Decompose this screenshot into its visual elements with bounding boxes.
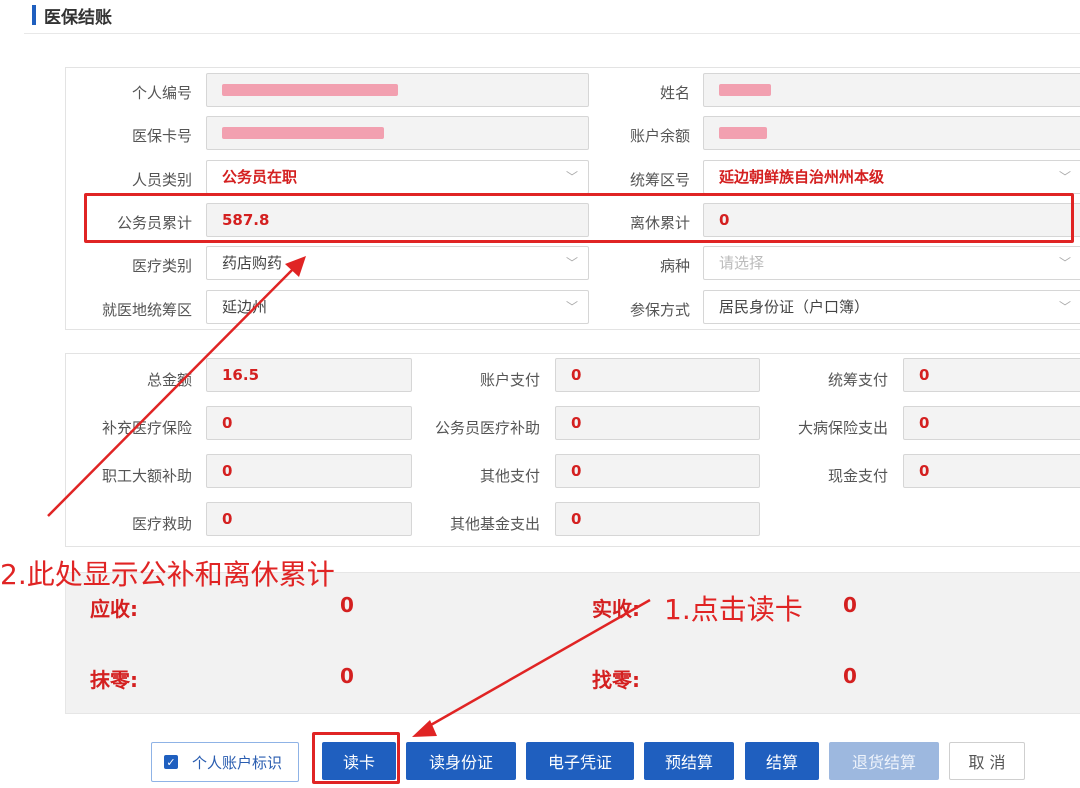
civil-aid-label: 公务员医疗补助 [434,419,540,437]
insured-select[interactable]: 居民身份证（户口簿） ﹀ [703,290,1080,324]
change-value: 0 [843,664,857,688]
visit-region-select[interactable]: 延边州 ﹀ [206,290,589,324]
redacted-value [719,84,771,96]
checkmark-icon: ✓ [164,755,178,769]
header-divider [24,33,1080,34]
chevron-down-icon: ﹀ [1058,256,1071,270]
critical-ins-value: 0 [919,414,930,432]
critical-ins-field[interactable]: 0 [903,406,1080,440]
other-fund-label: 其他基金支出 [449,515,540,533]
cancel-button[interactable]: 取 消 [949,742,1025,780]
chevron-down-icon: ﹀ [565,300,578,314]
change-label: 找零: [592,668,640,692]
insured-label: 参保方式 [629,301,690,319]
supp-insurance-value: 0 [222,414,233,432]
critical-ins-label: 大病保险支出 [797,419,888,437]
chevron-down-icon: ﹀ [565,170,578,184]
medtype-label: 医疗类别 [131,257,192,275]
medtype-value: 药店购药 [222,254,283,272]
personal-id-field[interactable] [206,73,589,107]
redacted-value [719,127,767,139]
summary-panel [65,572,1080,714]
received-value: 0 [843,593,857,617]
card-number-label: 医保卡号 [131,127,192,145]
category-label: 人员类别 [131,171,192,189]
highlight-box-totals [84,193,1074,243]
category-value: 公务员在职 [222,168,298,186]
pool-pay-field[interactable]: 0 [903,358,1080,392]
annotation-read-card: 1.点击读卡 [664,593,803,626]
settle-button[interactable]: 结算 [745,742,819,780]
supp-insurance-label: 补充医疗保险 [101,419,192,437]
receivable-label: 应收: [90,597,138,621]
civil-aid-field[interactable]: 0 [555,406,760,440]
rounding-label: 抹零: [90,668,138,692]
medtype-select[interactable]: 药店购药 ﹀ [206,246,589,280]
rounding-value: 0 [340,664,354,688]
supp-insurance-field[interactable]: 0 [206,406,412,440]
large-aid-field[interactable]: 0 [206,454,412,488]
total-amount-label: 总金额 [146,371,192,389]
chevron-down-icon: ﹀ [1058,170,1071,184]
visit-region-label: 就医地统筹区 [101,301,192,319]
pre-settle-button[interactable]: 预结算 [644,742,734,780]
disease-placeholder: 请选择 [719,254,765,272]
refund-settle-button[interactable]: 退货结算 [829,742,939,780]
account-pay-value: 0 [571,366,582,384]
other-pay-field[interactable]: 0 [555,454,760,488]
chevron-down-icon: ﹀ [565,256,578,270]
relief-label: 医疗救助 [131,515,192,533]
account-pay-field[interactable]: 0 [555,358,760,392]
balance-field[interactable] [703,116,1080,150]
arrowhead-read-card [412,720,437,737]
total-amount-value: 16.5 [222,366,260,384]
personal-account-label: 个人账户标识 [192,753,283,772]
region-label: 统筹区号 [629,171,690,189]
pool-pay-value: 0 [919,366,930,384]
relief-value: 0 [222,510,233,528]
pool-pay-label: 统筹支付 [827,371,888,389]
other-fund-value: 0 [571,510,582,528]
large-aid-value: 0 [222,462,233,480]
disease-select[interactable]: 请选择 ﹀ [703,246,1080,280]
e-voucher-button[interactable]: 电子凭证 [526,742,634,780]
annotation-totals: 2.此处显示公补和离休累计 [0,558,335,591]
region-value: 延边朝鲜族自治州州本级 [719,168,885,186]
received-label: 实收: [592,597,640,621]
civil-aid-value: 0 [571,414,582,432]
other-pay-label: 其他支付 [479,467,540,485]
total-amount-field[interactable]: 16.5 [206,358,412,392]
personal-account-checkbox[interactable]: ✓ 个人账户标识 [151,742,299,782]
chevron-down-icon: ﹀ [1058,300,1071,314]
card-number-field[interactable] [206,116,589,150]
read-id-button[interactable]: 读身份证 [406,742,516,780]
balance-label: 账户余额 [629,127,690,145]
account-pay-label: 账户支付 [479,371,540,389]
insured-value: 居民身份证（户口簿） [719,298,870,316]
other-pay-value: 0 [571,462,582,480]
large-aid-label: 职工大额补助 [101,467,192,485]
visit-region-value: 延边州 [222,298,268,316]
cash-pay-value: 0 [919,462,930,480]
redacted-value [222,127,384,139]
redacted-value [222,84,398,96]
highlight-box-read-card [312,732,400,784]
personal-id-label: 个人编号 [131,84,192,102]
title-accent-bar [32,5,36,25]
region-select[interactable]: 延边朝鲜族自治州州本级 ﹀ [703,160,1080,194]
name-label: 姓名 [659,84,690,102]
disease-label: 病种 [659,257,690,275]
relief-field[interactable]: 0 [206,502,412,536]
other-fund-field[interactable]: 0 [555,502,760,536]
category-select[interactable]: 公务员在职 ﹀ [206,160,589,194]
cash-pay-label: 现金支付 [827,467,888,485]
cash-pay-field[interactable]: 0 [903,454,1080,488]
page-title: 医保结账 [44,7,112,28]
name-field[interactable] [703,73,1080,107]
page-header: 医保结账 [32,4,112,28]
receivable-value: 0 [340,593,354,617]
